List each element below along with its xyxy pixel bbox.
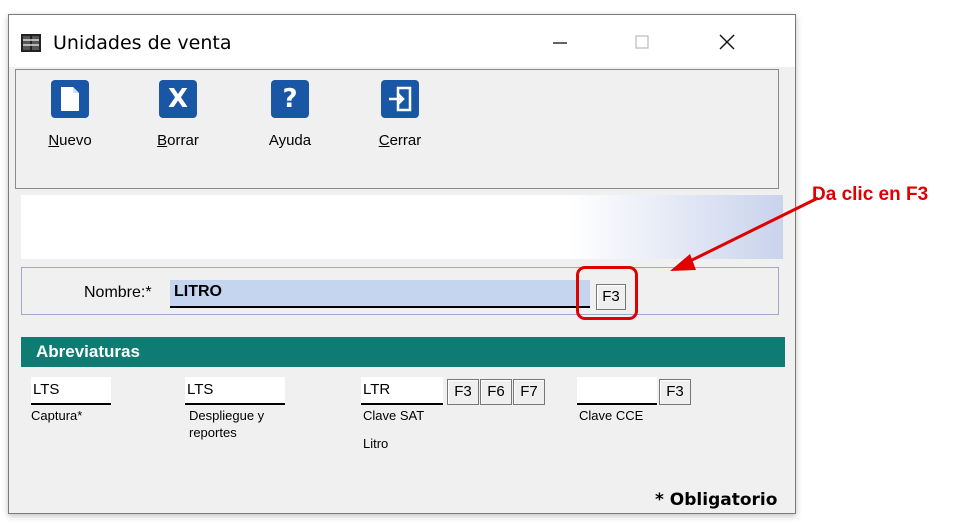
annotation-arrow — [670, 196, 819, 271]
annotation-label: Da clic en F3 — [812, 184, 929, 205]
